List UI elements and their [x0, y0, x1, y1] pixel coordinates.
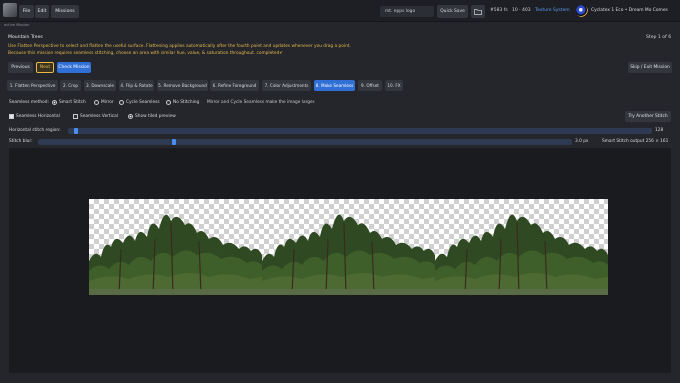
method-smart-stitch[interactable]: Smart Stitch: [52, 100, 86, 105]
tab-flip-rotate[interactable]: 4. Flip & Rotate: [119, 80, 154, 91]
menu-edit[interactable]: Edit: [35, 5, 49, 18]
seamless-hint: Mirror and Cycle Seamless make the image…: [207, 100, 316, 105]
tab-color-adjustments[interactable]: 7. Color Adjustments: [262, 80, 311, 91]
disc-icon: [576, 5, 588, 17]
checkbox-icon: [9, 114, 14, 119]
folder-icon[interactable]: [471, 5, 485, 18]
show-tiled-preview-checkbox[interactable]: Show tiled preview: [128, 114, 176, 119]
frame-count-stat: #583 fs: [490, 8, 508, 13]
tab-offset[interactable]: 9. Offset: [358, 80, 382, 91]
slider-thumb[interactable]: [171, 139, 176, 145]
method-no-stitching[interactable]: No Stitching: [166, 100, 199, 105]
instruction-line-2: Because this mission requires seamless s…: [8, 51, 283, 56]
menu-file[interactable]: File: [19, 5, 34, 18]
tab-fx[interactable]: 10. FX: [385, 80, 403, 91]
tab-remove-background[interactable]: 5. Remove Background: [157, 80, 208, 91]
check-mission-button[interactable]: Check Mission: [57, 62, 91, 73]
quick-save-button[interactable]: Quick Save: [437, 5, 468, 18]
try-another-stitch-button[interactable]: Try Another Stitch: [625, 111, 671, 122]
checkbox-label: Show tiled preview: [135, 114, 176, 119]
region-value: 128: [655, 128, 664, 133]
method-cycle-seamless[interactable]: Cycle Seamless: [119, 100, 160, 105]
seamless-horizontal-checkbox[interactable]: Seamless Horizontal: [9, 114, 60, 119]
tab-downscale[interactable]: 3. Downscale: [84, 80, 116, 91]
step-indicator: Step 1 of 6: [646, 35, 672, 40]
tab-crop[interactable]: 2. Crop: [60, 80, 81, 91]
skip-exit-mission-button[interactable]: Skip / Exit Mission: [628, 62, 672, 73]
tree-texture-image: [89, 214, 608, 295]
slider-thumb[interactable]: [73, 128, 78, 134]
horizontal-stitch-region-slider[interactable]: [68, 128, 652, 134]
stitch-blur-slider[interactable]: [38, 139, 572, 145]
next-button[interactable]: Next: [36, 62, 54, 73]
radio-icon: [119, 100, 124, 105]
blur-value: 3.0 px: [575, 139, 589, 144]
radio-icon: [166, 100, 171, 105]
mission-title: Mountain Trees: [8, 35, 43, 40]
tiled-preview-image[interactable]: [89, 199, 608, 295]
method-label: No Stitching: [173, 100, 200, 105]
active-mission-label: active Mission: [4, 23, 30, 27]
pipeline-label: Cyclatex 1 Eco • Dream Mo Comes: [591, 8, 668, 13]
method-label: Mirror: [101, 100, 114, 105]
tab-refine-foreground[interactable]: 6. Refine Foreground: [210, 80, 259, 91]
radio-icon: [94, 100, 99, 105]
checkbox-label: Seamless Horizontal: [16, 114, 60, 119]
tab-make-seamless[interactable]: 8. Make Seamless: [314, 80, 355, 91]
seamless-method-label: Seamless method:: [9, 100, 49, 105]
checkbox-label: Seamless Vertical: [80, 114, 118, 119]
mission-name-field[interactable]: mt. epps logo: [380, 6, 434, 17]
blur-label: Stitch blur:: [9, 139, 33, 144]
app-logo-icon: [3, 3, 17, 17]
method-label: Cycle Seamless: [126, 100, 160, 105]
method-label: Smart Stitch: [59, 100, 86, 105]
quality-stat: 10 · 403: [512, 8, 531, 13]
tab-flatten-perspective[interactable]: 1. Flatten Perspective: [7, 80, 58, 91]
method-mirror[interactable]: Mirror: [94, 100, 114, 105]
previous-button[interactable]: Previous: [8, 62, 33, 73]
checkbox-icon: [73, 114, 78, 119]
menu-missions[interactable]: Missions: [51, 5, 79, 18]
toggle-icon: [128, 114, 133, 119]
instruction-line-1: Use Flatten Perspective to select and fl…: [8, 44, 351, 49]
texture-system-link[interactable]: Texture System: [535, 8, 570, 13]
radio-icon: [52, 100, 57, 105]
region-label: Horizontal stitch region:: [9, 128, 61, 133]
stitch-output-info: Smart Stitch output 256 × 161: [602, 139, 669, 144]
seamless-vertical-checkbox[interactable]: Seamless Vertical: [73, 114, 118, 119]
